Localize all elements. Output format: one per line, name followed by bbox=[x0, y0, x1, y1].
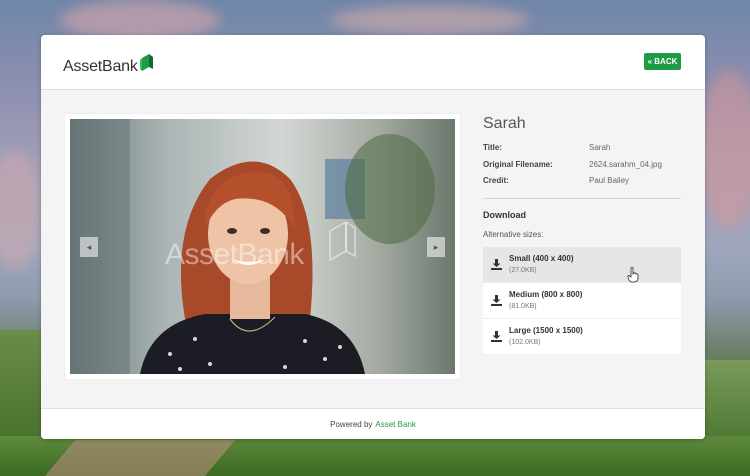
sky-cloud bbox=[60, 0, 220, 40]
alternative-sizes-label: Alternative sizes: bbox=[483, 230, 544, 239]
footer-text: Powered by bbox=[330, 420, 373, 429]
meta-row-title: Title: Sarah bbox=[483, 143, 681, 160]
logo-text: AssetBank bbox=[63, 58, 138, 75]
dirt-path bbox=[44, 440, 236, 476]
hand-cursor-icon bbox=[627, 267, 639, 283]
sky-cloud bbox=[700, 70, 750, 230]
meta-label: Title: bbox=[483, 143, 502, 152]
download-option-small[interactable]: Small (400 x 400) (27.0KB) bbox=[483, 247, 681, 283]
meta-value: Sarah bbox=[589, 143, 611, 152]
next-arrow-button[interactable]: ▸ bbox=[427, 237, 445, 257]
download-heading: Download bbox=[483, 210, 526, 220]
download-option-size: (81.0KB) bbox=[509, 303, 537, 310]
watermark-logo-icon bbox=[329, 222, 356, 262]
asset-metadata: Title: Sarah Original Filename: 2624.sar… bbox=[483, 143, 681, 193]
download-option-size: (102.0KB) bbox=[509, 339, 541, 346]
download-option-label: Large (1500 x 1500) bbox=[509, 326, 583, 335]
download-icon bbox=[491, 259, 502, 270]
sky-cloud bbox=[330, 5, 530, 35]
download-option-large[interactable]: Large (1500 x 1500) (102.0KB) bbox=[483, 319, 681, 355]
asset-card: AssetBank « BACK AssetBank ◂ ▸ Sarah Tit… bbox=[41, 35, 705, 439]
download-icon bbox=[491, 331, 502, 342]
footer: Powered by Asset Bank bbox=[41, 408, 705, 439]
divider bbox=[483, 198, 681, 199]
download-option-medium[interactable]: Medium (800 x 800) (81.0KB) bbox=[483, 283, 681, 319]
header: AssetBank « BACK bbox=[41, 35, 705, 90]
meta-value: 2624.sarahm_04.jpg bbox=[589, 159, 662, 169]
download-option-size: (27.0KB) bbox=[509, 267, 537, 274]
asset-photo[interactable]: AssetBank ◂ ▸ bbox=[70, 119, 455, 374]
download-option-label: Small (400 x 400) bbox=[509, 254, 574, 263]
asset-title: Sarah bbox=[483, 115, 526, 132]
download-option-label: Medium (800 x 800) bbox=[509, 290, 583, 299]
meta-row-credit: Credit: Paul Bailey bbox=[483, 176, 681, 193]
meta-label: Credit: bbox=[483, 176, 509, 185]
meta-label: Original Filename: bbox=[483, 159, 553, 169]
download-icon bbox=[491, 295, 502, 306]
logo[interactable]: AssetBank bbox=[63, 54, 153, 77]
meta-value: Paul Bailey bbox=[589, 176, 630, 185]
footer-link[interactable]: Asset Bank bbox=[375, 420, 415, 429]
sky-cloud bbox=[0, 150, 40, 270]
meta-row-filename: Original Filename: 2624.sarahm_04.jpg bbox=[483, 160, 681, 177]
logo-mark-icon bbox=[139, 54, 153, 71]
previous-arrow-button[interactable]: ◂ bbox=[80, 237, 98, 257]
back-button[interactable]: « BACK bbox=[644, 53, 681, 70]
watermark-text: AssetBank bbox=[165, 238, 304, 271]
image-preview-frame: AssetBank ◂ ▸ bbox=[65, 114, 460, 379]
